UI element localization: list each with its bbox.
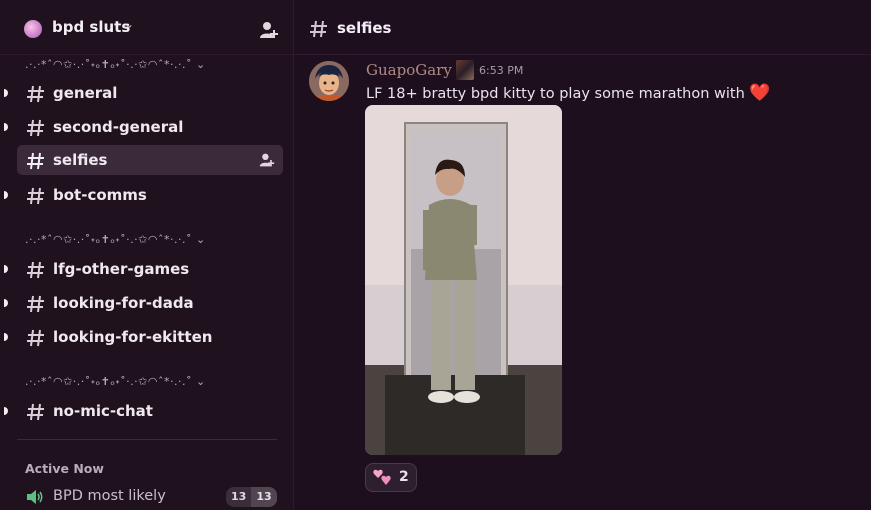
unread-indicator: [4, 407, 8, 415]
unread-indicator: [4, 265, 8, 273]
channel-label: general: [53, 84, 118, 102]
hash-icon: [27, 187, 44, 205]
hash-icon: [27, 85, 44, 103]
unread-indicator: [4, 191, 8, 199]
reaction-count: 2: [399, 469, 409, 485]
message-content: LF 18+ bratty bpd kitty to play some mar…: [366, 83, 771, 103]
unread-indicator: [4, 123, 8, 131]
pink-hearts-icon: [373, 469, 391, 485]
avatar[interactable]: [309, 61, 349, 101]
divider: [17, 439, 277, 440]
channel-selfies[interactable]: selfies: [17, 145, 283, 175]
unread-indicator: [4, 333, 8, 341]
server-header[interactable]: bpd sluts ⌄: [0, 0, 293, 55]
category-label: .·.·*ˆ◠✩·.·˚˖ₒ✝ₒ˖˚·.·✩◠ˆ*·.·.˚: [25, 233, 192, 246]
hash-icon: [310, 20, 327, 38]
channel-label: bot-comms: [53, 186, 147, 204]
server-name[interactable]: bpd sluts: [52, 18, 130, 36]
mirror-selfie-image: [365, 105, 562, 455]
unread-indicator: [4, 299, 8, 307]
hash-icon: [27, 152, 44, 170]
add-member-icon[interactable]: [259, 152, 275, 168]
heart-emoji: ❤️: [749, 83, 771, 103]
category-header[interactable]: .·.·*ˆ◠✩·.·˚˖ₒ✝ₒ˖˚·.·✩◠ˆ*·.·.˚ ⌄: [25, 233, 206, 249]
user-count-badge: 13 13: [226, 487, 277, 507]
channel-second-general[interactable]: second-general: [4, 112, 283, 142]
category-label: .·.·*ˆ◠✩·.·˚˖ₒ✝ₒ˖˚·.·✩◠ˆ*·.·.˚: [25, 375, 192, 388]
channel-looking-for-ekitten[interactable]: looking-for-ekitten: [4, 322, 283, 352]
channel-label: no-mic-chat: [53, 402, 153, 420]
hash-icon: [27, 329, 44, 347]
channel-bot-comms[interactable]: bot-comms: [4, 180, 283, 210]
channel-label: selfies: [53, 151, 108, 169]
reaction-button[interactable]: 2: [365, 463, 417, 492]
message-text: LF 18+ bratty bpd kitty to play some mar…: [366, 86, 745, 102]
server-icon: [24, 20, 42, 38]
active-now-heading: Active Now: [25, 461, 104, 476]
channel-looking-for-dada[interactable]: looking-for-dada: [4, 288, 283, 318]
category-header[interactable]: .·.·*ˆ◠✩·.·˚˖ₒ✝ₒ˖˚·.·✩◠ˆ*·.·.˚ ⌄: [25, 375, 206, 391]
hash-icon: [27, 295, 44, 313]
message-image-attachment[interactable]: [365, 105, 562, 455]
add-member-icon[interactable]: [259, 20, 279, 40]
badge-count-right: 13: [251, 487, 277, 507]
hash-icon: [27, 403, 44, 421]
channel-label: second-general: [53, 118, 184, 136]
voice-channel-row[interactable]: BPD most likely 13 13: [25, 486, 280, 508]
avatar-image: [309, 61, 349, 101]
category-header[interactable]: .·.·*ˆ◠✩·.·˚˖ₒ✝ₒ˖˚·.·✩◠ˆ*·.·.˚ ⌄: [25, 58, 206, 74]
voice-channel-label: BPD most likely: [53, 488, 166, 504]
channel-lfg-other-games[interactable]: lfg-other-games: [4, 254, 283, 284]
message-author[interactable]: GuapoGary: [366, 61, 452, 79]
channel-header: selfies: [294, 0, 871, 55]
role-badge-icon: [456, 60, 474, 80]
chevron-down-icon[interactable]: ⌄: [124, 17, 134, 31]
channel-general[interactable]: general: [4, 78, 283, 108]
hash-icon: [27, 119, 44, 137]
category-label: .·.·*ˆ◠✩·.·˚˖ₒ✝ₒ˖˚·.·✩◠ˆ*·.·.˚: [25, 58, 192, 71]
unread-indicator: [4, 89, 8, 97]
channel-title: selfies: [337, 19, 392, 37]
channel-no-mic-chat[interactable]: no-mic-chat: [4, 396, 283, 426]
channel-sidebar: bpd sluts ⌄ .·.·*ˆ◠✩·.·˚˖ₒ✝ₒ˖˚·.·✩◠ˆ*·.·…: [0, 0, 294, 510]
badge-count-left: 13: [226, 487, 252, 507]
channel-label: looking-for-ekitten: [53, 328, 213, 346]
channel-label: looking-for-dada: [53, 294, 194, 312]
message-timestamp: 6:53 PM: [479, 64, 524, 77]
hash-icon: [27, 261, 44, 279]
channel-label: lfg-other-games: [53, 260, 190, 278]
speaker-icon: [27, 490, 43, 504]
